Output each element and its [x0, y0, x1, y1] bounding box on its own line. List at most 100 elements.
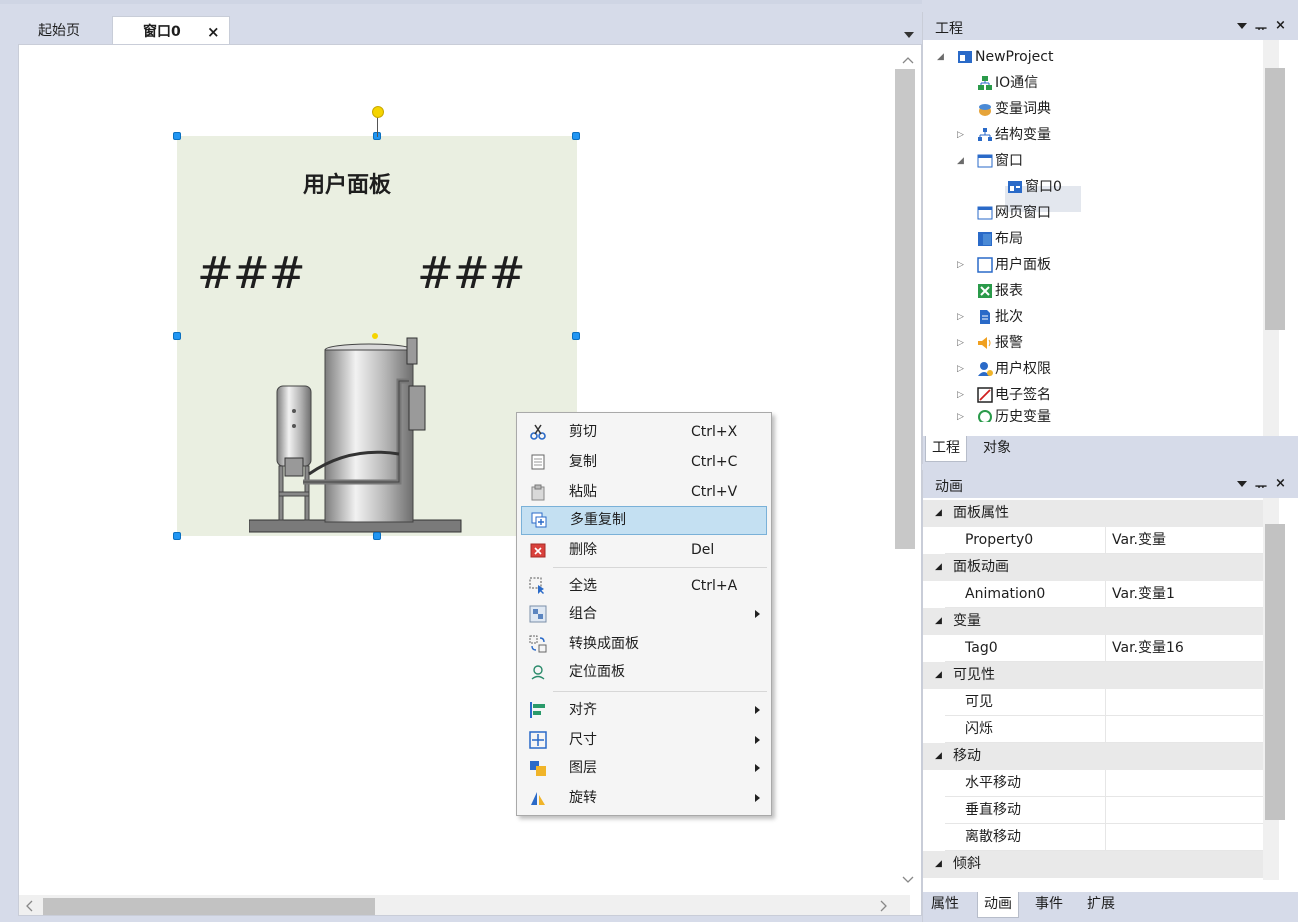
- property-category[interactable]: ◢ 移动: [923, 743, 1263, 770]
- close-icon[interactable]: ×: [1275, 18, 1286, 33]
- tab-properties[interactable]: 属性: [925, 892, 965, 918]
- menu-item-group[interactable]: 组合: [521, 601, 767, 627]
- value-display-left[interactable]: ###: [197, 248, 306, 299]
- expand-toggle-icon[interactable]: ▷: [957, 408, 967, 422]
- expand-toggle-icon[interactable]: ▷: [957, 304, 967, 330]
- property-category[interactable]: ◢ 倾斜: [923, 851, 1263, 878]
- menu-shortcut: Ctrl+V: [691, 484, 738, 500]
- tab-events[interactable]: 事件: [1029, 892, 1069, 918]
- chevron-left-icon[interactable]: [24, 899, 36, 913]
- resize-handle-left[interactable]: [173, 332, 181, 340]
- menu-item-layer[interactable]: 图层: [521, 755, 767, 781]
- collapse-toggle-icon[interactable]: ◢: [935, 608, 942, 635]
- project-scrollbar[interactable]: [1263, 40, 1285, 438]
- resize-handle-bottom-left[interactable]: [173, 532, 181, 540]
- tree-item-label: 布局: [995, 231, 1023, 247]
- menu-item-align[interactable]: 对齐: [521, 697, 767, 723]
- horizontal-scrollbar[interactable]: [19, 895, 910, 915]
- chevron-up-icon[interactable]: [901, 55, 915, 65]
- chevron-down-icon[interactable]: [1237, 480, 1247, 488]
- tab-objects[interactable]: 对象: [977, 436, 1017, 462]
- network-icon: [978, 76, 992, 90]
- property-value[interactable]: [1105, 689, 1263, 716]
- tab-start-page[interactable]: 起始页: [14, 16, 104, 46]
- expand-toggle-icon[interactable]: ▷: [957, 356, 967, 382]
- menu-item-label: 删除: [569, 542, 597, 558]
- property-row[interactable]: 离散移动: [945, 824, 1263, 851]
- window-icon: [977, 154, 993, 168]
- property-value[interactable]: [1105, 716, 1263, 743]
- tab-project[interactable]: 工程: [925, 436, 967, 462]
- collapse-toggle-icon[interactable]: ◢: [935, 743, 942, 770]
- property-row[interactable]: 垂直移动: [945, 797, 1263, 824]
- animation-scrollbar-thumb[interactable]: [1265, 524, 1285, 820]
- property-category[interactable]: ◢ 面板动画: [923, 554, 1263, 581]
- editor-canvas[interactable]: 用户面板 ### ###: [18, 44, 922, 916]
- tab-animation[interactable]: 动画: [977, 892, 1019, 918]
- value-display-right[interactable]: ###: [417, 248, 526, 299]
- animation-scrollbar[interactable]: [1263, 498, 1285, 880]
- resize-handle-top-left[interactable]: [173, 132, 181, 140]
- pin-icon[interactable]: ᅲ: [1255, 18, 1267, 37]
- property-value[interactable]: [1105, 824, 1263, 851]
- expand-toggle-icon[interactable]: ▷: [957, 330, 967, 356]
- locate-panel-icon: [531, 665, 545, 680]
- menu-item-rotate[interactable]: 旋转: [521, 785, 767, 811]
- chevron-down-icon[interactable]: [901, 875, 915, 885]
- pin-icon[interactable]: ᅲ: [1255, 476, 1267, 495]
- menu-item-size[interactable]: 尺寸: [521, 727, 767, 753]
- menu-item-multi-copy[interactable]: 多重复制: [521, 506, 767, 535]
- menu-item-locate-panel[interactable]: 定位面板: [521, 659, 767, 685]
- property-row[interactable]: Tag0 Var.变量16: [945, 635, 1263, 662]
- chevron-down-icon[interactable]: [902, 28, 916, 40]
- resize-handle-top-right[interactable]: [572, 132, 580, 140]
- property-row[interactable]: Property0 Var.变量: [945, 527, 1263, 554]
- rotation-center[interactable]: [372, 333, 378, 339]
- property-row[interactable]: Animation0 Var.变量1: [945, 581, 1263, 608]
- expand-toggle-icon[interactable]: ◢: [957, 148, 967, 174]
- collapse-toggle-icon[interactable]: ◢: [935, 662, 942, 689]
- menu-item-cut[interactable]: 剪切 Ctrl+X: [521, 419, 767, 445]
- collapse-toggle-icon[interactable]: ◢: [935, 554, 942, 581]
- property-value[interactable]: Var.变量1: [1105, 581, 1263, 608]
- expand-toggle-icon[interactable]: ▷: [957, 382, 967, 408]
- expand-toggle-icon[interactable]: ▷: [957, 122, 967, 148]
- tab-window0[interactable]: 窗口0 ×: [112, 16, 230, 46]
- project-scrollbar-thumb[interactable]: [1265, 68, 1285, 330]
- property-name: 离散移动: [965, 829, 1021, 845]
- tree-clip: ▷ 历史变量: [923, 408, 1263, 422]
- property-value[interactable]: [1105, 797, 1263, 824]
- property-category[interactable]: ◢ 可见性: [923, 662, 1263, 689]
- rotation-handle[interactable]: [372, 106, 384, 118]
- vertical-scrollbar-thumb[interactable]: [895, 69, 915, 549]
- property-row[interactable]: 可见: [945, 689, 1263, 716]
- property-row[interactable]: 闪烁: [945, 716, 1263, 743]
- close-icon[interactable]: ×: [207, 17, 220, 47]
- menu-item-label: 转换成面板: [569, 636, 639, 652]
- property-category[interactable]: ◢ 面板属性: [923, 500, 1263, 527]
- menu-item-convert-panel[interactable]: 转换成面板: [521, 631, 767, 657]
- expand-toggle-icon[interactable]: ▷: [957, 252, 967, 278]
- menu-item-select-all[interactable]: 全选 Ctrl+A: [521, 573, 767, 599]
- property-value[interactable]: Var.变量: [1105, 527, 1263, 554]
- menu-item-delete[interactable]: 删除 Del: [521, 537, 767, 563]
- animation-panel-title: 动画: [935, 479, 963, 495]
- property-value[interactable]: [1105, 770, 1263, 797]
- tab-extensions[interactable]: 扩展: [1081, 892, 1121, 918]
- property-row[interactable]: 水平移动: [945, 770, 1263, 797]
- resize-handle-bottom[interactable]: [373, 532, 381, 540]
- chevron-down-icon[interactable]: [1237, 22, 1247, 30]
- tank-graphic[interactable]: [249, 336, 469, 536]
- horizontal-scrollbar-thumb[interactable]: [43, 898, 375, 915]
- menu-item-paste[interactable]: 粘贴 Ctrl+V: [521, 479, 767, 505]
- chevron-right-icon[interactable]: [877, 899, 889, 913]
- menu-item-copy[interactable]: 复制 Ctrl+C: [521, 449, 767, 475]
- collapse-toggle-icon[interactable]: ◢: [935, 851, 942, 878]
- tree-item-label: NewProject: [975, 49, 1054, 65]
- expand-toggle-icon[interactable]: ◢: [937, 44, 947, 70]
- resize-handle-right[interactable]: [572, 332, 580, 340]
- property-value[interactable]: Var.变量16: [1105, 635, 1263, 662]
- close-icon[interactable]: ×: [1275, 476, 1286, 491]
- collapse-toggle-icon[interactable]: ◢: [935, 500, 942, 527]
- property-category[interactable]: ◢ 变量: [923, 608, 1263, 635]
